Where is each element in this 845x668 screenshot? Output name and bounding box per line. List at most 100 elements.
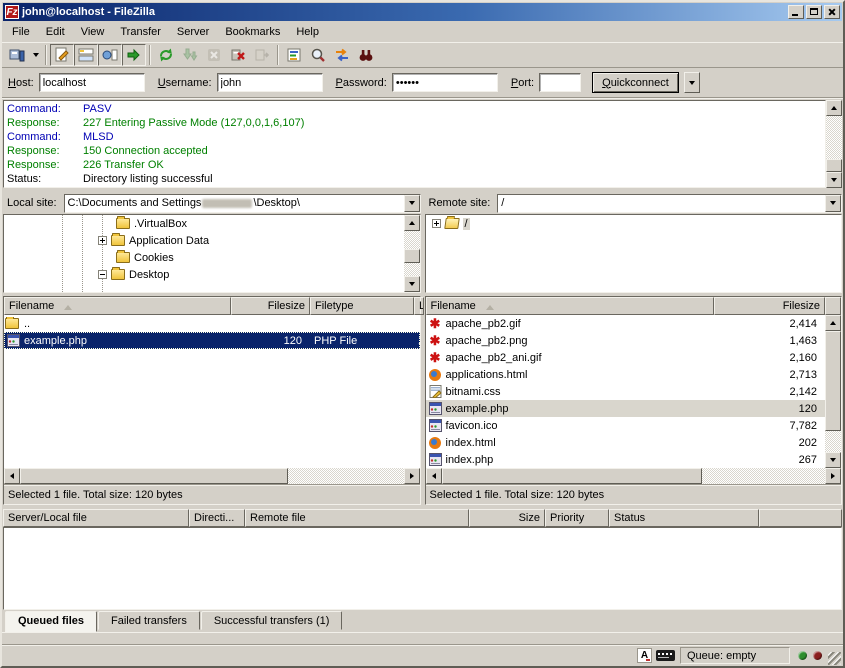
remote-tree-pane: Remote site: / /	[425, 192, 843, 293]
scroll-up-button[interactable]	[404, 215, 420, 231]
toggle-log-button[interactable]	[50, 44, 74, 66]
scrollbar-thumb[interactable]	[825, 331, 841, 431]
host-input[interactable]	[39, 73, 145, 92]
local-tree-scrollbar[interactable]	[404, 215, 420, 292]
scroll-right-button[interactable]	[825, 468, 841, 484]
directory-filters-button[interactable]	[282, 44, 306, 66]
expand-icon[interactable]	[98, 236, 107, 245]
scroll-down-button[interactable]	[826, 172, 842, 188]
column-filename[interactable]: Filename	[4, 297, 231, 315]
scroll-down-button[interactable]	[825, 452, 841, 468]
toolbar-separator	[277, 45, 279, 65]
file-row[interactable]: index.php267	[426, 451, 826, 468]
column-status[interactable]: Status	[609, 509, 759, 527]
local-site-combo[interactable]: C:\Documents and Settings\Desktop\	[64, 194, 421, 213]
file-row-selected[interactable]: example.php120	[426, 400, 826, 417]
directory-comparison-button[interactable]	[306, 44, 330, 66]
local-file-list-pane: Filename Filesize Filetype L .. example.…	[3, 296, 421, 505]
column-size[interactable]: Size	[469, 509, 545, 527]
tab-failed-transfers[interactable]: Failed transfers	[98, 611, 200, 630]
collapse-icon[interactable]	[98, 270, 107, 279]
file-row[interactable]: ✱apache_pb2_ani.gif2,160	[426, 349, 826, 366]
process-queue-button[interactable]	[178, 44, 202, 66]
tree-item-cookies[interactable]: Cookies	[4, 249, 404, 266]
combo-dropdown-button[interactable]	[825, 195, 841, 212]
remote-site-combo[interactable]: /	[497, 194, 842, 213]
cancel-operation-button[interactable]	[202, 44, 226, 66]
column-priority[interactable]: Priority	[545, 509, 609, 527]
file-row[interactable]: bitnami.css2,142	[426, 383, 826, 400]
scroll-down-button[interactable]	[404, 276, 420, 292]
scrollbar-thumb[interactable]	[20, 468, 288, 484]
menu-view[interactable]: View	[73, 24, 113, 40]
synchronized-browsing-button[interactable]	[330, 44, 354, 66]
menu-bar: File Edit View Transfer Server Bookmarks…	[2, 22, 843, 42]
minimize-button[interactable]	[788, 5, 804, 19]
scroll-up-button[interactable]	[826, 100, 842, 116]
column-direction[interactable]: Directi...	[189, 509, 245, 527]
tab-successful-transfers[interactable]: Successful transfers (1)	[201, 611, 343, 630]
tree-item-application-data[interactable]: Application Data	[4, 232, 404, 249]
folder-icon	[5, 318, 19, 329]
maximize-button[interactable]	[806, 5, 822, 19]
file-row[interactable]: ✱apache_pb2.png1,463	[426, 332, 826, 349]
menu-help[interactable]: Help	[288, 24, 327, 40]
toggle-local-tree-button[interactable]	[74, 44, 98, 66]
column-remote-file[interactable]: Remote file	[245, 509, 469, 527]
tree-item-desktop[interactable]: Desktop	[4, 266, 404, 283]
scroll-left-button[interactable]	[426, 468, 442, 484]
log-scrollbar[interactable]	[826, 100, 842, 188]
column-filetype[interactable]: Filetype	[310, 297, 414, 315]
find-files-button[interactable]	[354, 44, 378, 66]
disconnect-button[interactable]	[226, 44, 250, 66]
username-input[interactable]	[217, 73, 323, 92]
scrollbar-thumb[interactable]	[442, 468, 703, 484]
column-filename[interactable]: Filename	[426, 297, 714, 315]
menu-edit[interactable]: Edit	[38, 24, 73, 40]
reconnect-button[interactable]	[250, 44, 274, 66]
remote-list-hscrollbar[interactable]	[426, 468, 842, 484]
file-row[interactable]: ✱apache_pb2.gif2,414	[426, 315, 826, 332]
tree-item-root[interactable]: /	[426, 215, 842, 232]
scrollbar-thumb[interactable]	[404, 249, 420, 263]
close-button[interactable]	[824, 5, 840, 19]
site-manager-dropdown[interactable]	[29, 44, 42, 66]
menu-bookmarks[interactable]: Bookmarks	[217, 24, 288, 40]
column-server-local-file[interactable]: Server/Local file	[3, 509, 189, 527]
menu-server[interactable]: Server	[169, 24, 217, 40]
menu-transfer[interactable]: Transfer	[112, 24, 169, 40]
file-row[interactable]: applications.html2,713	[426, 366, 826, 383]
port-input[interactable]	[539, 73, 581, 92]
combo-dropdown-button[interactable]	[404, 195, 420, 212]
remote-list-scrollbar[interactable]	[825, 315, 841, 468]
scrollbar-thumb[interactable]	[826, 159, 842, 172]
password-input[interactable]	[392, 73, 498, 92]
file-row[interactable]: favicon.ico7,782	[426, 417, 826, 434]
column-filesize[interactable]: Filesize	[714, 297, 826, 315]
refresh-button[interactable]	[154, 44, 178, 66]
file-row-parent[interactable]: ..	[4, 315, 420, 332]
file-row[interactable]: index.html202	[426, 434, 826, 451]
toggle-queue-button[interactable]	[122, 44, 146, 66]
resize-grip[interactable]	[828, 652, 841, 665]
queue-body[interactable]	[3, 527, 842, 610]
quickconnect-button[interactable]: Quickconnect	[592, 72, 679, 93]
site-manager-button[interactable]	[5, 44, 29, 66]
column-filesize[interactable]: Filesize	[231, 297, 310, 315]
tab-queued-files[interactable]: Queued files	[5, 611, 97, 632]
green-indicator-icon	[798, 651, 807, 660]
scroll-right-button[interactable]	[404, 468, 420, 484]
file-row-example-php[interactable]: example.php 120 PHP File 1	[4, 332, 420, 349]
toggle-remote-tree-button[interactable]	[98, 44, 122, 66]
column-filler	[759, 509, 842, 527]
log-line: Status:Directory listing successful	[7, 172, 822, 186]
expand-icon[interactable]	[432, 219, 441, 228]
quickconnect-dropdown[interactable]	[684, 72, 700, 93]
log-line: Command:MLSD	[7, 130, 822, 144]
menu-file[interactable]: File	[4, 24, 38, 40]
scroll-left-button[interactable]	[4, 468, 20, 484]
scroll-up-button[interactable]	[825, 315, 841, 331]
local-list-hscrollbar[interactable]	[4, 468, 420, 484]
sort-ascending-icon	[64, 301, 72, 310]
tree-item-virtualbox[interactable]: .VirtualBox	[4, 215, 404, 232]
